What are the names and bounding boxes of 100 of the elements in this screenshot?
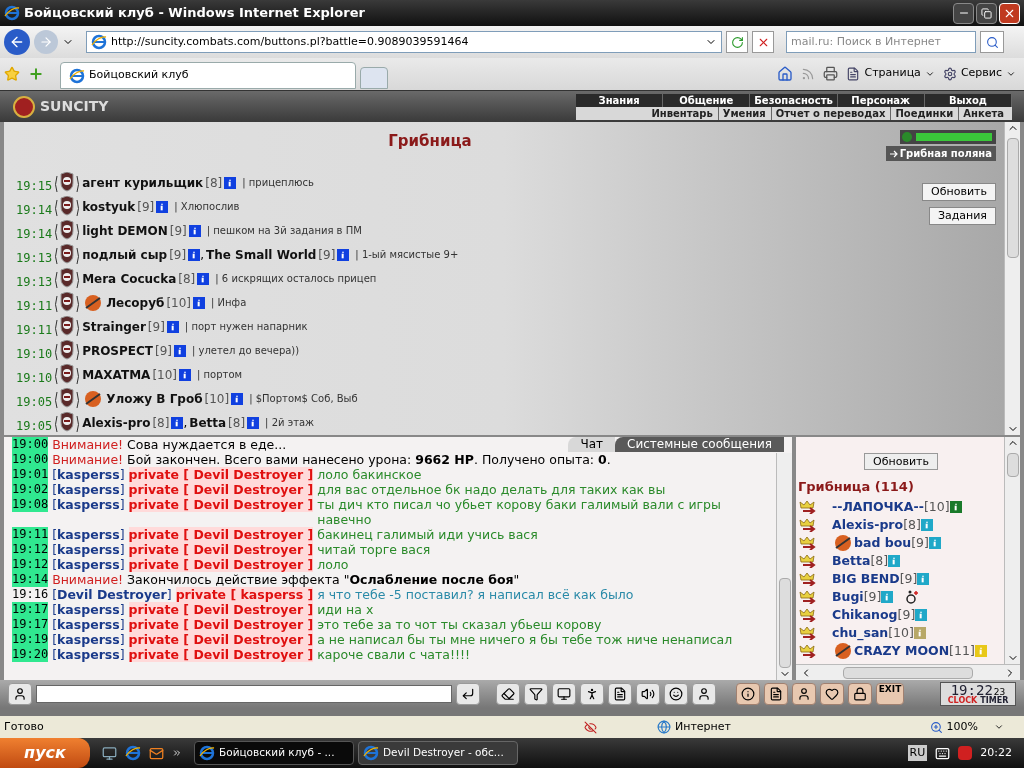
taskbar-task[interactable]: Бойцовский клуб - ... [194, 741, 354, 765]
private-recipient[interactable]: private [ Devil Destroyer ] [128, 602, 314, 617]
smiley-button[interactable] [664, 683, 688, 705]
command-menu[interactable]: Сервис [942, 65, 1016, 82]
refresh-button[interactable] [726, 31, 748, 53]
sub-menu-item[interactable]: Анкета [958, 106, 1008, 120]
private-recipient[interactable]: private [ Devil Destroyer ] [128, 482, 314, 497]
private-recipient[interactable]: private [ Devil Destroyer ] [128, 632, 314, 647]
sender-name[interactable]: [kasperss] [52, 632, 125, 647]
player-name[interactable]: Chikanog [832, 605, 898, 625]
player-name[interactable]: Лесоруб [106, 293, 165, 312]
player-name[interactable]: Alexis-pro [82, 413, 151, 432]
lock-button[interactable] [848, 683, 872, 705]
info-icon[interactable] [166, 320, 179, 333]
info-icon[interactable] [156, 200, 169, 213]
player-name[interactable]: --ЛАПОЧКА-- [832, 497, 924, 517]
minimize-button[interactable] [953, 2, 974, 24]
player-name[interactable]: BIG BEND [832, 569, 900, 589]
scroll-thumb[interactable] [1006, 138, 1019, 258]
private-recipient[interactable]: private [ Devil Destroyer ] [128, 467, 314, 482]
info-icon[interactable] [949, 501, 962, 513]
desktop-icon[interactable] [102, 745, 117, 761]
sender-name[interactable]: [kasperss] [52, 467, 125, 482]
player-name[interactable]: Betta [189, 413, 227, 432]
person-button[interactable] [692, 683, 716, 705]
search-button[interactable] [980, 31, 1004, 53]
scrollbar[interactable] [1004, 437, 1020, 664]
filter-button[interactable] [524, 683, 548, 705]
more-icon[interactable] [172, 748, 182, 758]
refresh-button[interactable]: Обновить [864, 453, 938, 470]
player-name[interactable]: The Small World [205, 245, 317, 264]
player-name[interactable]: Alexis-pro [832, 515, 904, 535]
language-indicator[interactable]: RU [907, 744, 928, 762]
sender-name[interactable]: [kasperss] [52, 557, 125, 572]
address-field[interactable]: http://suncity.combats.com/buttons.pl?battle=0.9089039591464 [86, 31, 722, 53]
player-name[interactable]: light DEMON [82, 221, 168, 240]
stop-button[interactable] [752, 31, 774, 53]
player-name[interactable]: MAXATMA [82, 365, 151, 384]
sender-name[interactable]: [kasperss] [52, 647, 125, 662]
info-icon[interactable] [337, 248, 350, 261]
info-icon[interactable] [193, 296, 206, 309]
info-icon[interactable] [224, 176, 237, 189]
document-button[interactable] [608, 683, 632, 705]
player-name[interactable]: bad bou [854, 533, 912, 553]
add-favorite-icon[interactable] [28, 65, 44, 82]
sender-name[interactable]: [kasperss] [52, 617, 125, 632]
monitor-button[interactable] [552, 683, 576, 705]
player-name[interactable]: Strainger [82, 317, 146, 336]
private-recipient[interactable]: private [ Devil Destroyer ] [128, 497, 314, 512]
sender-name[interactable]: [kasperss] [52, 602, 125, 617]
exit-button[interactable]: EXIT [876, 683, 904, 705]
scrollbar[interactable] [1004, 122, 1020, 435]
player-name[interactable]: chu_san [832, 623, 889, 643]
info-icon[interactable] [171, 416, 184, 429]
scroll-button[interactable] [764, 683, 788, 705]
timer-tab[interactable]: TIMER [980, 697, 1009, 705]
search-field[interactable]: mail.ru: Поиск в Интернет [786, 31, 976, 53]
room-button[interactable]: Задания [928, 207, 996, 225]
sender-name[interactable]: [kasperss] [52, 542, 125, 557]
sender-name[interactable]: [kasperss] [52, 527, 125, 542]
player-name[interactable]: подлый сыр [82, 245, 168, 264]
private-recipient[interactable]: private [ kasperss ] [175, 587, 314, 602]
private-recipient[interactable]: private [ Devil Destroyer ] [128, 542, 314, 557]
sender-name[interactable]: [kasperss] [52, 482, 125, 497]
room-button[interactable]: Обновить [922, 183, 996, 201]
keyboard-icon[interactable] [935, 745, 951, 761]
private-recipient[interactable]: private [ Devil Destroyer ] [128, 647, 314, 662]
player-name[interactable]: Mera Cocucka [82, 269, 177, 288]
info-icon[interactable] [188, 224, 201, 237]
info-button[interactable] [736, 683, 760, 705]
info-icon[interactable] [197, 272, 210, 285]
sub-menu-item[interactable]: Отчет о переводах [770, 106, 890, 120]
scroll-thumb[interactable] [843, 666, 973, 679]
back-button[interactable] [4, 29, 30, 55]
tray-app-icon[interactable] [958, 746, 973, 760]
taskbar-task[interactable]: Devil Destroyer - обс... [358, 741, 518, 765]
player-name[interactable]: Betta [832, 551, 871, 571]
scroll-thumb[interactable] [1006, 453, 1019, 477]
info-icon[interactable] [179, 368, 191, 381]
info-icon[interactable] [174, 344, 186, 357]
main-menu-item[interactable]: Выход [924, 93, 1012, 107]
restore-button[interactable] [976, 2, 997, 24]
mail-icon[interactable] [149, 745, 164, 761]
sub-menu-item[interactable]: Умения [717, 106, 770, 120]
private-recipient[interactable]: private [ Devil Destroyer ] [128, 557, 314, 572]
chat-tab[interactable]: Системные сообщения [615, 437, 784, 452]
private-recipient[interactable]: private [ Devil Destroyer ] [128, 617, 314, 632]
player-name[interactable]: CRAZY MOON [854, 641, 950, 661]
home-icon[interactable] [777, 65, 794, 82]
chat-tab[interactable]: Чат [568, 437, 616, 452]
zoom-level[interactable]: 100% [946, 718, 978, 736]
player-name[interactable]: агент курильщик [82, 173, 204, 192]
main-menu-item[interactable]: Безопасность [750, 93, 838, 107]
command-menu[interactable]: Страница [846, 65, 935, 82]
heart-button[interactable] [820, 683, 844, 705]
eraser-button[interactable] [496, 683, 520, 705]
main-menu-item[interactable]: Знания [576, 93, 664, 107]
player-name[interactable]: Bugi [832, 587, 864, 607]
horizontal-scrollbar[interactable] [796, 664, 1020, 680]
main-menu-item[interactable]: Общение [663, 93, 751, 107]
